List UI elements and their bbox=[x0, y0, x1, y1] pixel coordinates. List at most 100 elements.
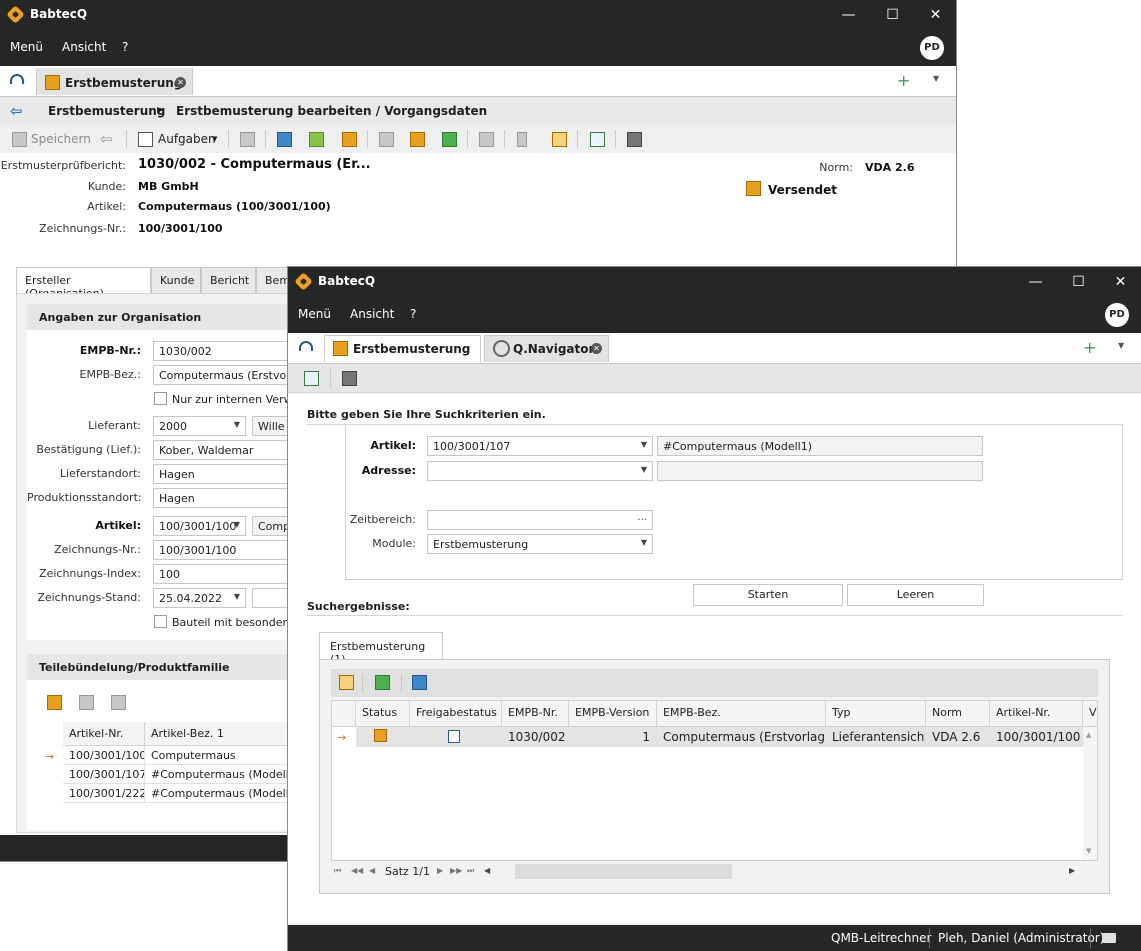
add-tab-icon[interactable]: + bbox=[1083, 338, 1096, 357]
vertical-scrollbar[interactable]: ▲ ▼ bbox=[1083, 727, 1097, 860]
tab-q-navigator[interactable]: Q.Navigator ✕ bbox=[484, 335, 609, 362]
start-button[interactable]: Starten bbox=[693, 584, 843, 606]
new-sample-icon[interactable] bbox=[342, 132, 357, 147]
column-header[interactable]: Status bbox=[356, 701, 410, 727]
scroll-up-icon[interactable]: ▲ bbox=[1086, 731, 1091, 739]
subtab-report[interactable]: Bericht bbox=[201, 267, 256, 293]
prev-page-fast-icon[interactable]: ◀◀ bbox=[351, 866, 363, 875]
column-header[interactable]: Artikel-Bez. 1 bbox=[145, 722, 307, 746]
close-tab-icon[interactable]: ✕ bbox=[175, 77, 186, 88]
period-field[interactable]: ... bbox=[427, 510, 653, 530]
close-button[interactable]: ✕ bbox=[914, 0, 956, 30]
column-header[interactable]: V bbox=[1083, 701, 1097, 727]
column-header[interactable]: EMPB-Version bbox=[569, 701, 657, 727]
tab-erstbemusterung[interactable]: Erstbemusterung bbox=[324, 335, 481, 362]
columns-icon[interactable] bbox=[412, 675, 427, 690]
table-row[interactable]: 100/3001/222 bbox=[63, 784, 145, 803]
table-row[interactable] bbox=[410, 727, 502, 747]
receive-icon[interactable] bbox=[410, 132, 425, 147]
save-button[interactable]: Speichern bbox=[31, 132, 91, 146]
results-tab[interactable]: Erstbemusterung (1) bbox=[319, 632, 443, 666]
breadcrumb-item[interactable]: Erstbemusterung bbox=[48, 104, 165, 118]
column-header[interactable]: EMPB-Bez. bbox=[657, 701, 826, 727]
menu-help[interactable]: ? bbox=[410, 307, 416, 321]
tab-erstbemusterung[interactable]: Erstbemusterung ✕ bbox=[36, 68, 193, 95]
excel-export-icon[interactable] bbox=[375, 675, 390, 690]
chevron-down-icon[interactable]: ▼ bbox=[1118, 341, 1124, 350]
table-row[interactable]: 100/3001/100 bbox=[990, 727, 1083, 747]
address-criteria-select[interactable]: ▼ bbox=[427, 461, 653, 481]
close-tab-icon[interactable]: ✕ bbox=[591, 343, 602, 354]
menu-menu[interactable]: Menü bbox=[10, 40, 43, 54]
column-header[interactable]: Artikel-Nr. bbox=[63, 722, 145, 746]
link-icon[interactable] bbox=[552, 132, 567, 147]
lock-icon[interactable] bbox=[517, 132, 527, 147]
dashboard-icon[interactable] bbox=[10, 74, 24, 84]
delete-icon[interactable] bbox=[240, 132, 255, 147]
table-row[interactable]: Lieferantensicht bbox=[826, 727, 926, 747]
article-criteria-select[interactable]: 100/3001/107 ▼ bbox=[427, 436, 653, 456]
tasks-button[interactable]: Aufgaben bbox=[158, 132, 216, 146]
column-header[interactable]: Typ bbox=[826, 701, 926, 727]
new-document-icon[interactable] bbox=[277, 132, 292, 147]
edit-document-icon[interactable] bbox=[590, 132, 605, 147]
column-header[interactable]: Artikel-Nr. bbox=[990, 701, 1083, 727]
clear-button[interactable]: Leeren bbox=[847, 584, 984, 606]
dashboard-icon[interactable] bbox=[299, 341, 313, 351]
menu-menu[interactable]: Menü bbox=[298, 307, 331, 321]
chevron-down-icon[interactable]: ▼ bbox=[933, 74, 939, 83]
forward-icon[interactable] bbox=[479, 132, 494, 147]
table-row[interactable] bbox=[356, 727, 410, 747]
table-row[interactable]: #Computermaus (Modell 2) bbox=[145, 784, 307, 803]
back-arrow-icon[interactable]: ⇦ bbox=[10, 102, 23, 120]
horizontal-scroll-thumb[interactable] bbox=[515, 864, 732, 879]
send-icon[interactable] bbox=[379, 132, 394, 147]
special-part-checkbox[interactable] bbox=[154, 615, 167, 628]
prev-page-icon[interactable]: ◀ bbox=[369, 866, 375, 875]
table-row[interactable]: Computermaus (Erstvorlage) bbox=[657, 727, 826, 747]
drawing-date-picker[interactable]: 25.04.2022 ▼ bbox=[153, 588, 246, 608]
close-button[interactable]: ✕ bbox=[1099, 267, 1141, 297]
edit-part-icon[interactable] bbox=[79, 695, 94, 710]
internal-use-checkbox[interactable] bbox=[154, 392, 167, 405]
scroll-right-icon[interactable]: ▶ bbox=[1069, 866, 1075, 875]
add-part-icon[interactable] bbox=[47, 695, 62, 710]
column-header[interactable]: Freigabestatus bbox=[410, 701, 502, 727]
first-page-icon[interactable]: ⏮ bbox=[334, 866, 341, 876]
article-select[interactable]: 100/3001/100 ▼ bbox=[153, 516, 246, 536]
column-header[interactable]: EMPB-Nr. bbox=[502, 701, 569, 727]
tasks-dropdown-icon[interactable]: ▼ bbox=[212, 135, 217, 143]
column-header[interactable]: Norm bbox=[926, 701, 990, 727]
minimize-button[interactable]: — bbox=[827, 0, 870, 30]
subtab-organisation[interactable]: Ersteller (Organisation) bbox=[16, 267, 151, 300]
avatar[interactable]: PD bbox=[920, 36, 944, 60]
period-picker-button[interactable]: ... bbox=[637, 512, 647, 523]
scroll-left-icon[interactable]: ◀ bbox=[484, 866, 490, 875]
table-row[interactable]: Computermaus bbox=[145, 746, 307, 765]
avatar[interactable]: PD bbox=[1105, 303, 1129, 327]
mail-icon[interactable] bbox=[1102, 933, 1116, 943]
table-row[interactable]: 100/3001/107 bbox=[63, 765, 145, 784]
print-icon[interactable] bbox=[627, 132, 642, 147]
next-page-icon[interactable]: ▶ bbox=[437, 866, 443, 875]
last-page-icon[interactable]: ⏭ bbox=[467, 866, 474, 876]
maximize-button[interactable]: ☐ bbox=[871, 0, 914, 30]
user-search-icon[interactable] bbox=[339, 675, 354, 690]
subtab-customer[interactable]: Kunde bbox=[151, 267, 201, 293]
table-row[interactable]: 1030/002 bbox=[502, 727, 569, 747]
approve-icon[interactable] bbox=[442, 132, 457, 147]
table-row[interactable]: 100/3001/100 bbox=[63, 746, 145, 765]
next-page-fast-icon[interactable]: ▶▶ bbox=[450, 866, 462, 875]
add-tab-icon[interactable]: + bbox=[897, 71, 910, 90]
menu-view[interactable]: Ansicht bbox=[350, 307, 394, 321]
scroll-down-icon[interactable]: ▼ bbox=[1086, 847, 1091, 855]
table-row[interactable]: 1 bbox=[569, 727, 657, 747]
maximize-button[interactable]: ☐ bbox=[1057, 267, 1100, 297]
copy-document-icon[interactable] bbox=[309, 132, 324, 147]
menu-view[interactable]: Ansicht bbox=[62, 40, 106, 54]
supplier-select[interactable]: 2000 ▼ bbox=[153, 416, 246, 436]
minimize-button[interactable]: — bbox=[1014, 267, 1057, 297]
table-row[interactable]: #Computermaus (Modell1) bbox=[145, 765, 307, 784]
remove-part-icon[interactable] bbox=[111, 695, 126, 710]
undo-icon[interactable]: ⇦ bbox=[100, 130, 113, 148]
